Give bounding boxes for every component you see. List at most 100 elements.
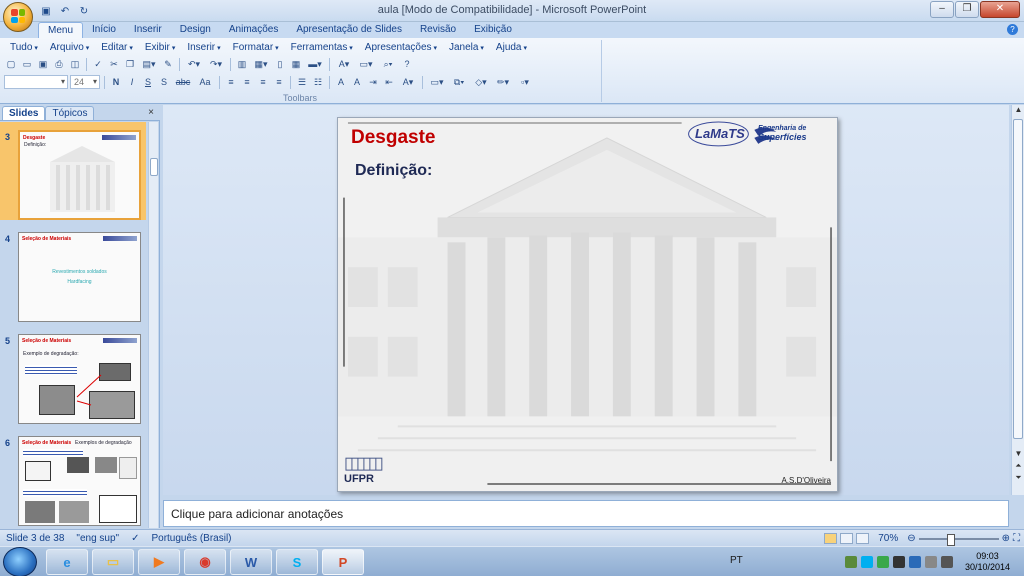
font-name-combo[interactable] [4,75,68,89]
notes-pane[interactable]: Clique para adicionar anotações [163,500,1009,527]
justify-icon[interactable]: ≡ [272,75,286,89]
underline-button[interactable]: S [141,75,155,89]
align-right-icon[interactable]: ≡ [256,75,270,89]
print-preview-icon[interactable]: ◫ [68,57,82,71]
zoom-in-icon[interactable]: ⊕ [1002,533,1010,544]
chart-icon[interactable]: ▥ [235,57,249,71]
font-color-icon[interactable]: A▾ [398,75,418,89]
tab-exibicao[interactable]: Exibição [465,22,521,38]
open-icon[interactable]: ▭ [20,57,34,71]
font-shrink-icon[interactable]: A [350,75,364,89]
scroll-thumb[interactable] [150,158,158,176]
bullets-icon[interactable]: ☰ [295,75,309,89]
bold-button[interactable]: N [109,75,123,89]
shadow-button[interactable]: S [157,75,171,89]
tab-revisao[interactable]: Revisão [411,22,465,38]
table-icon[interactable]: ▦▾ [251,57,271,71]
slide-title[interactable]: Desgaste [351,127,436,149]
scroll-thumb[interactable] [1013,119,1023,439]
next-slide-icon[interactable]: ⏷ [1012,473,1024,485]
font-grow-icon[interactable]: A [334,75,348,89]
menu-editar[interactable]: Editar [95,41,139,55]
menu-ajuda[interactable]: Ajuda [490,41,533,55]
tray-icon[interactable] [876,556,889,568]
grid-icon[interactable]: ▦ [289,57,303,71]
explorer-icon[interactable]: ▭ [92,549,134,575]
format-painter-icon[interactable]: ✎ [161,57,175,71]
tab-inicio[interactable]: Início [83,22,125,38]
slide-scrollbar[interactable]: ▲ ▼ ⏶ ⏷ [1011,105,1024,495]
indent-icon[interactable]: ⇥ [366,75,380,89]
menu-formatar[interactable]: Formatar [227,41,285,55]
spellcheck-icon[interactable]: ✓ [125,533,145,544]
tab-slides[interactable]: Slides [2,106,46,120]
change-case-button[interactable]: Aa [195,75,215,89]
undo-icon[interactable]: ↶▾ [184,57,204,71]
tab-menu[interactable]: Menu [38,22,84,38]
effects-icon[interactable]: ▫▾ [515,75,535,89]
word-icon[interactable]: W [230,549,272,575]
notes-placeholder[interactable]: Clique para adicionar anotações [171,507,343,521]
new-icon[interactable]: ▢ [4,57,18,71]
zoom-icon[interactable]: ⌕▾ [378,57,398,71]
columns-icon[interactable]: ▯ [273,57,287,71]
close-button[interactable]: ✕ [980,1,1020,18]
textbox-icon[interactable]: A▾ [334,57,354,71]
language-label[interactable]: Português (Brasil) [145,533,237,544]
powerpoint-icon[interactable]: P [322,549,364,575]
menu-tudo[interactable]: Tudo [4,41,44,55]
font-size-combo[interactable]: 24 [70,75,100,89]
zoom-level[interactable]: 70% [872,533,904,544]
spell-icon[interactable]: ✓ [91,57,105,71]
outdent-icon[interactable]: ⇤ [382,75,396,89]
menu-inserir[interactable]: Inserir [181,41,226,55]
thumbnail-scrollbar[interactable] [148,122,158,528]
menu-janela[interactable]: Janela [443,41,490,55]
numbering-icon[interactable]: ☷ [311,75,325,89]
tab-animacoes[interactable]: Animações [220,22,287,38]
tray-icon[interactable] [844,556,857,568]
skype-tray-icon[interactable] [860,556,873,568]
normal-view-icon[interactable] [824,533,838,544]
volume-icon[interactable] [940,556,953,568]
clock[interactable]: 09:03 30/10/2014 [965,551,1010,573]
network-icon[interactable] [924,556,937,568]
fill-icon[interactable]: ▬▾ [305,57,325,71]
help-icon[interactable]: ? [1007,24,1018,35]
start-button[interactable] [3,547,37,576]
align-left-icon[interactable]: ≡ [224,75,238,89]
close-icon[interactable]: × [148,107,154,118]
slide-thumbnail[interactable]: 4 Seleção de Materiais Revestimentos sol… [0,224,146,322]
tab-inserir[interactable]: Inserir [125,22,171,38]
paste-icon[interactable]: ▤▾ [139,57,159,71]
shapes-icon[interactable]: ▭▾ [427,75,447,89]
ie-icon[interactable]: e [46,549,88,575]
scroll-up-icon[interactable]: ▲ [1012,105,1024,117]
current-slide[interactable]: Desgaste Definição: LaMaTS Engenharia de… [337,117,838,492]
menu-arquivo[interactable]: Arquivo [44,41,95,55]
media-player-icon[interactable]: ▶ [138,549,180,575]
zoom-slider[interactable] [918,533,999,546]
tab-topicos[interactable]: Tópicos [45,106,95,120]
menu-apresentacoes[interactable]: Apresentações [359,41,443,55]
tray-icon[interactable] [908,556,921,568]
skype-icon[interactable]: S [276,549,318,575]
menu-ferramentas[interactable]: Ferramentas [285,41,359,55]
slide-thumbnail[interactable]: 6 Seleção de Materiais Exemplos de degra… [0,428,146,526]
tab-apresentacao[interactable]: Apresentação de Slides [287,22,411,38]
slide-subtitle[interactable]: Definição: [355,162,432,180]
minimize-button[interactable]: – [930,1,954,18]
zoom-out-icon[interactable]: ⊖ [907,533,915,544]
save-icon[interactable]: ▣ [36,57,50,71]
chrome-icon[interactable]: ◉ [184,549,226,575]
help-icon[interactable]: ? [400,57,414,71]
slideshow-icon[interactable] [856,533,870,544]
restore-button[interactable]: ❐ [955,1,979,18]
slide-sorter-icon[interactable] [840,533,854,544]
copy-icon[interactable]: ❐ [123,57,137,71]
cut-icon[interactable]: ✂ [107,57,121,71]
italic-button[interactable]: I [125,75,139,89]
fit-window-icon[interactable]: ⛶ [1013,533,1020,544]
align-center-icon[interactable]: ≡ [240,75,254,89]
tab-design[interactable]: Design [171,22,220,38]
